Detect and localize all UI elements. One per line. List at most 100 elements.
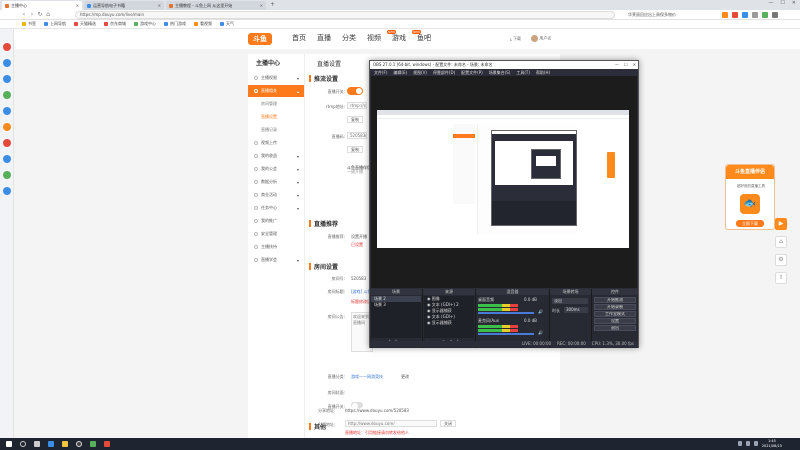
embed-address-field[interactable]: http://www.douyu.com/ <box>345 420 437 427</box>
sidebar-app-icon[interactable] <box>3 107 11 115</box>
nav-game[interactable]: 游戏 NEW <box>392 30 422 43</box>
menu-item-academy[interactable]: 直播学会 ▾ <box>248 254 304 266</box>
bookmark-item[interactable]: 京东商城 <box>104 21 126 27</box>
close-window-icon[interactable]: ✕ <box>792 0 796 6</box>
browser-app-icon[interactable] <box>46 439 56 449</box>
sidebar-app-icon[interactable] <box>3 91 11 99</box>
extension-icon[interactable] <box>762 12 768 18</box>
volume-icon[interactable] <box>746 441 750 446</box>
sidebar-app-icon[interactable] <box>3 123 11 131</box>
eye-icon[interactable]: ◉ <box>427 302 431 307</box>
companion-promo-card[interactable]: 斗鱼直播伴侣 超好用的直播工具 🐟 立即下载 <box>725 164 775 230</box>
bookmark-item[interactable]: 书签 <box>22 21 36 27</box>
copy-rtmp-button[interactable]: 复制 <box>347 116 363 123</box>
obs-preview[interactable] <box>371 76 637 288</box>
menu-item-guild[interactable]: 我的公会 ▾ <box>248 163 304 175</box>
bookmark-item[interactable]: 上网导航 <box>44 21 66 27</box>
menu-item-income[interactable]: 我的收益 ▾ <box>248 150 304 162</box>
scene-item[interactable]: 场景 3 <box>371 302 421 308</box>
eye-icon[interactable]: ◉ <box>427 296 431 301</box>
obs-menu-view[interactable]: 视图(V) <box>413 69 427 76</box>
extension-icon[interactable] <box>722 12 728 18</box>
menu-item-live[interactable]: 直播相关 ▴ <box>248 85 304 97</box>
ime-icon[interactable] <box>754 441 758 446</box>
extension-icon[interactable] <box>742 12 748 18</box>
maximize-icon[interactable]: ☐ <box>780 0 784 6</box>
tab-ops-nav[interactable]: 运营导航电子书籍 ✕ <box>84 1 164 10</box>
new-tab-button[interactable]: + <box>270 1 275 8</box>
back-icon[interactable]: ‹ <box>20 11 28 18</box>
extension-icon[interactable] <box>752 12 758 18</box>
obs-menu-file[interactable]: 文件(F) <box>374 69 387 76</box>
volume-slider[interactable] <box>478 312 534 314</box>
close-icon[interactable]: ✕ <box>76 3 79 8</box>
home-icon[interactable]: ⌂ <box>44 11 52 18</box>
obs-menu-help[interactable]: 帮助(H) <box>536 69 550 76</box>
speaker-icon[interactable]: 🔊 <box>538 330 543 335</box>
nav-video[interactable]: 视频 NEW <box>367 30 397 43</box>
bookmark-item[interactable]: 天气 <box>220 21 234 27</box>
category-value[interactable]: 游戏——网游竞技 <box>351 374 383 380</box>
menu-item-promotion[interactable]: 我的推广 <box>248 215 304 227</box>
app-icon[interactable] <box>88 439 98 449</box>
download-button[interactable]: 立即下载 <box>736 220 764 227</box>
minimize-icon[interactable]: — <box>615 61 619 69</box>
sidebar-app-icon[interactable] <box>3 155 11 163</box>
play-icon[interactable]: ▶ <box>775 218 787 230</box>
copy-code-button[interactable]: 复制 <box>347 146 363 153</box>
recommend-value[interactable]: 设置开播 <box>351 234 367 240</box>
sidebar-app-icon[interactable] <box>3 171 11 179</box>
tab-anchor-tutorial[interactable]: 主播教程 - 斗鱼上网 从这里开始 ✕ <box>166 1 266 10</box>
obs-title-bar[interactable]: OBS 27.0.1 (64-bit, windows) - 配置文件: 未命名… <box>370 61 638 69</box>
exit-button[interactable]: 退出 <box>594 325 636 331</box>
minimize-icon[interactable]: — <box>768 0 773 6</box>
menu-item-live-settings[interactable]: 直播设置 <box>248 111 304 123</box>
menu-item-security[interactable]: 安全管理 <box>248 228 304 240</box>
obs-menu-scene-collection[interactable]: 场景集合(S) <box>489 69 511 76</box>
nav-yuba[interactable]: 鱼吧 <box>417 33 431 43</box>
duration-input[interactable]: 300ms <box>564 307 588 313</box>
taskbar-clock[interactable]: 1:45 2021/08/15 <box>762 439 782 449</box>
menu-item-live-record[interactable]: 直播记录 <box>248 124 304 136</box>
tab-anchor-center[interactable]: 主播中心 ✕ <box>2 1 82 10</box>
obs-menu-tools[interactable]: 工具(T) <box>516 69 530 76</box>
embed-close-select[interactable]: 关闭 <box>440 420 456 427</box>
menu-icon[interactable] <box>772 12 778 18</box>
companion-notice[interactable]: 斗鱼直播伴侣 一键开播 <box>345 166 371 178</box>
start-button[interactable] <box>4 439 14 449</box>
bookmark-item[interactable]: 热门游戏 <box>164 21 186 27</box>
close-icon[interactable]: ✕ <box>633 61 636 69</box>
forward-icon[interactable]: › <box>28 11 36 18</box>
transition-select[interactable]: 淡出 <box>552 298 588 304</box>
menu-item-video-upload[interactable]: 视频上传 <box>248 137 304 149</box>
app-icon[interactable] <box>102 439 112 449</box>
url-input[interactable]: https://mp.douyu.com/live/main <box>75 11 615 19</box>
obs-menu-edit[interactable]: 编辑(E) <box>393 69 407 76</box>
search-hint[interactable]: 华莱丽回应出上周保多物价 <box>628 11 718 19</box>
explorer-app-icon[interactable] <box>60 439 70 449</box>
volume-slider[interactable] <box>478 333 534 335</box>
sidebar-app-icon[interactable] <box>3 43 11 51</box>
menu-item-tasks[interactable]: 任务中心 ▾ <box>248 202 304 214</box>
stream-code-field[interactable]: 520583r <box>347 132 367 139</box>
download-link[interactable]: ⤓ 下载 <box>510 36 521 42</box>
douyu-logo[interactable]: 斗鱼 <box>248 32 272 45</box>
user-menu[interactable]: 用户名 <box>531 35 551 42</box>
live-switch-toggle[interactable] <box>347 87 363 95</box>
search-icon[interactable] <box>18 439 28 449</box>
obs-app-icon[interactable] <box>74 439 84 449</box>
speaker-icon[interactable]: 🔊 <box>538 309 543 314</box>
sidebar-app-icon[interactable] <box>3 187 11 195</box>
back-to-top-icon[interactable]: ⇧ <box>775 272 787 284</box>
network-icon[interactable] <box>738 441 742 446</box>
settings-button[interactable]: 设置 <box>594 318 636 324</box>
sidebar-app-icon[interactable] <box>3 139 11 147</box>
source-item[interactable]: ◉ 显示器捕获 <box>424 320 474 326</box>
sidebar-app-icon[interactable] <box>3 75 11 83</box>
home-icon[interactable]: ⌂ <box>775 236 787 248</box>
menu-item-anchor-permission[interactable]: 主播权限 ▾ <box>248 72 304 84</box>
refresh-icon[interactable]: ↻ <box>36 11 44 18</box>
task-view-icon[interactable] <box>32 439 42 449</box>
eye-icon[interactable]: ◉ <box>427 314 431 319</box>
gear-icon[interactable]: ⚙ <box>775 254 787 266</box>
